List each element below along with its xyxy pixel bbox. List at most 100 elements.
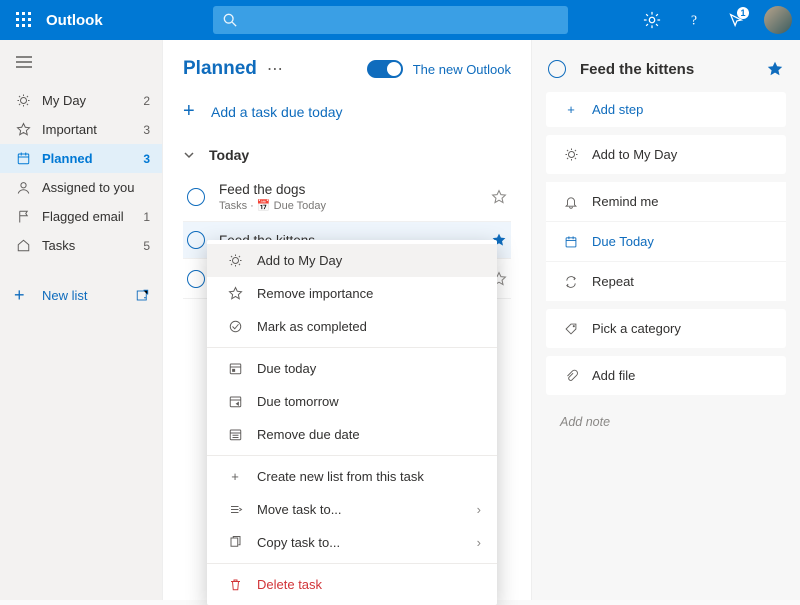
- menu-copy-task[interactable]: Copy task to...›: [207, 526, 497, 559]
- calendar-remove-icon: [223, 427, 247, 442]
- sidebar-item-label: My Day: [42, 93, 86, 108]
- add-to-myday-button[interactable]: Add to My Day: [546, 135, 786, 174]
- sun-icon: [14, 93, 32, 108]
- remind-me-button[interactable]: Remind me: [546, 182, 786, 222]
- plus-icon: +: [560, 102, 582, 117]
- add-task-button[interactable]: + Add a task due today: [183, 100, 511, 123]
- menu-due-tomorrow[interactable]: Due tomorrow: [207, 385, 497, 418]
- chevron-down-icon: [183, 149, 209, 161]
- add-note-input[interactable]: Add note: [546, 403, 786, 441]
- sidebar-item-important[interactable]: Important 3: [0, 115, 162, 144]
- new-outlook-toggle[interactable]: [367, 60, 403, 78]
- task-complete-circle[interactable]: [548, 60, 566, 78]
- menu-create-list[interactable]: +Create new list from this task: [207, 460, 497, 493]
- sidebar: My Day 2 Important 3 Planned 3 Assigned …: [0, 40, 163, 600]
- new-list-button[interactable]: + New list: [0, 278, 162, 312]
- menu-remove-importance[interactable]: Remove importance: [207, 277, 497, 310]
- task-complete-circle[interactable]: [187, 188, 205, 206]
- due-date-button[interactable]: Due Today: [546, 222, 786, 262]
- plus-icon: +: [183, 100, 211, 123]
- repeat-icon: [560, 275, 582, 289]
- trash-icon: [223, 577, 247, 592]
- detail-title[interactable]: Feed the kittens: [580, 61, 694, 78]
- flag-icon: [14, 209, 32, 224]
- task-meta: Tasks · 📅 Due Today: [219, 199, 491, 212]
- sidebar-item-count: 1: [143, 210, 150, 224]
- app-header: Outlook ? 1: [0, 0, 800, 40]
- sidebar-item-label: Tasks: [42, 238, 75, 253]
- more-options-icon[interactable]: ⋯: [267, 59, 283, 79]
- star-icon: [223, 286, 247, 301]
- sidebar-item-count: 5: [143, 239, 150, 253]
- menu-separator: [207, 563, 497, 564]
- sun-icon: [223, 253, 247, 268]
- star-icon: [14, 122, 32, 137]
- task-complete-circle[interactable]: [187, 231, 205, 249]
- notifications-icon[interactable]: 1: [722, 6, 750, 34]
- new-group-icon[interactable]: [135, 288, 150, 303]
- move-icon: [223, 502, 247, 517]
- menu-move-task[interactable]: Move task to...›: [207, 493, 497, 526]
- add-step-button[interactable]: + Add step: [546, 92, 786, 127]
- repeat-button[interactable]: Repeat: [546, 262, 786, 301]
- tag-icon: [560, 322, 582, 336]
- attachment-icon: [560, 369, 582, 383]
- home-icon: [14, 238, 32, 253]
- sidebar-item-tasks[interactable]: Tasks 5: [0, 231, 162, 260]
- calendar-today-icon: [223, 361, 247, 376]
- detail-panel: Feed the kittens + Add step Add to My Da…: [532, 40, 800, 600]
- new-list-label: New list: [42, 288, 88, 303]
- check-circle-icon: [223, 319, 247, 334]
- sidebar-item-label: Assigned to you: [42, 180, 135, 195]
- app-brand: Outlook: [46, 12, 103, 29]
- sidebar-item-myday[interactable]: My Day 2: [0, 86, 162, 115]
- sidebar-item-count: 3: [143, 123, 150, 137]
- help-icon[interactable]: ?: [680, 6, 708, 34]
- menu-delete-task[interactable]: Delete task: [207, 568, 497, 601]
- menu-separator: [207, 347, 497, 348]
- sidebar-item-flagged[interactable]: Flagged email 1: [0, 202, 162, 231]
- page-title: Planned: [183, 58, 257, 80]
- calendar-icon: [560, 235, 582, 249]
- menu-separator: [207, 455, 497, 456]
- sun-icon: [560, 147, 582, 162]
- sidebar-item-label: Flagged email: [42, 209, 124, 224]
- star-icon[interactable]: [766, 60, 784, 78]
- person-icon: [14, 180, 32, 195]
- group-label: Today: [209, 147, 249, 163]
- plus-icon: +: [223, 469, 247, 484]
- menu-add-to-myday[interactable]: Add to My Day: [207, 244, 497, 277]
- app-launcher-icon[interactable]: [8, 4, 40, 36]
- svg-text:?: ?: [691, 13, 697, 28]
- chevron-right-icon: ›: [477, 502, 481, 517]
- sidebar-item-label: Planned: [42, 151, 93, 166]
- copy-icon: [223, 535, 247, 550]
- menu-due-today[interactable]: Due today: [207, 352, 497, 385]
- group-header-today[interactable]: Today: [183, 147, 511, 163]
- search-input[interactable]: [213, 6, 568, 34]
- sidebar-item-assigned[interactable]: Assigned to you: [0, 173, 162, 202]
- search-icon: [223, 13, 237, 27]
- menu-mark-completed[interactable]: Mark as completed: [207, 310, 497, 343]
- calendar-tomorrow-icon: [223, 394, 247, 409]
- notification-badge: 1: [737, 7, 749, 19]
- task-title: Feed the dogs: [219, 182, 491, 197]
- settings-icon[interactable]: [638, 6, 666, 34]
- menu-remove-due-date[interactable]: Remove due date: [207, 418, 497, 451]
- bell-icon: [560, 195, 582, 209]
- add-task-label: Add a task due today: [211, 104, 343, 120]
- sidebar-item-count: 3: [143, 152, 150, 166]
- task-row[interactable]: Feed the dogs Tasks · 📅 Due Today: [183, 173, 511, 222]
- hamburger-icon[interactable]: [0, 52, 162, 86]
- task-complete-circle[interactable]: [187, 270, 205, 288]
- sidebar-item-planned[interactable]: Planned 3: [0, 144, 162, 173]
- add-file-button[interactable]: Add file: [546, 356, 786, 395]
- sidebar-item-count: 2: [143, 94, 150, 108]
- sidebar-item-label: Important: [42, 122, 97, 137]
- calendar-icon: [14, 151, 32, 166]
- avatar[interactable]: [764, 6, 792, 34]
- star-icon[interactable]: [491, 189, 507, 205]
- chevron-right-icon: ›: [477, 535, 481, 550]
- pick-category-button[interactable]: Pick a category: [546, 309, 786, 348]
- plus-icon: +: [14, 286, 32, 304]
